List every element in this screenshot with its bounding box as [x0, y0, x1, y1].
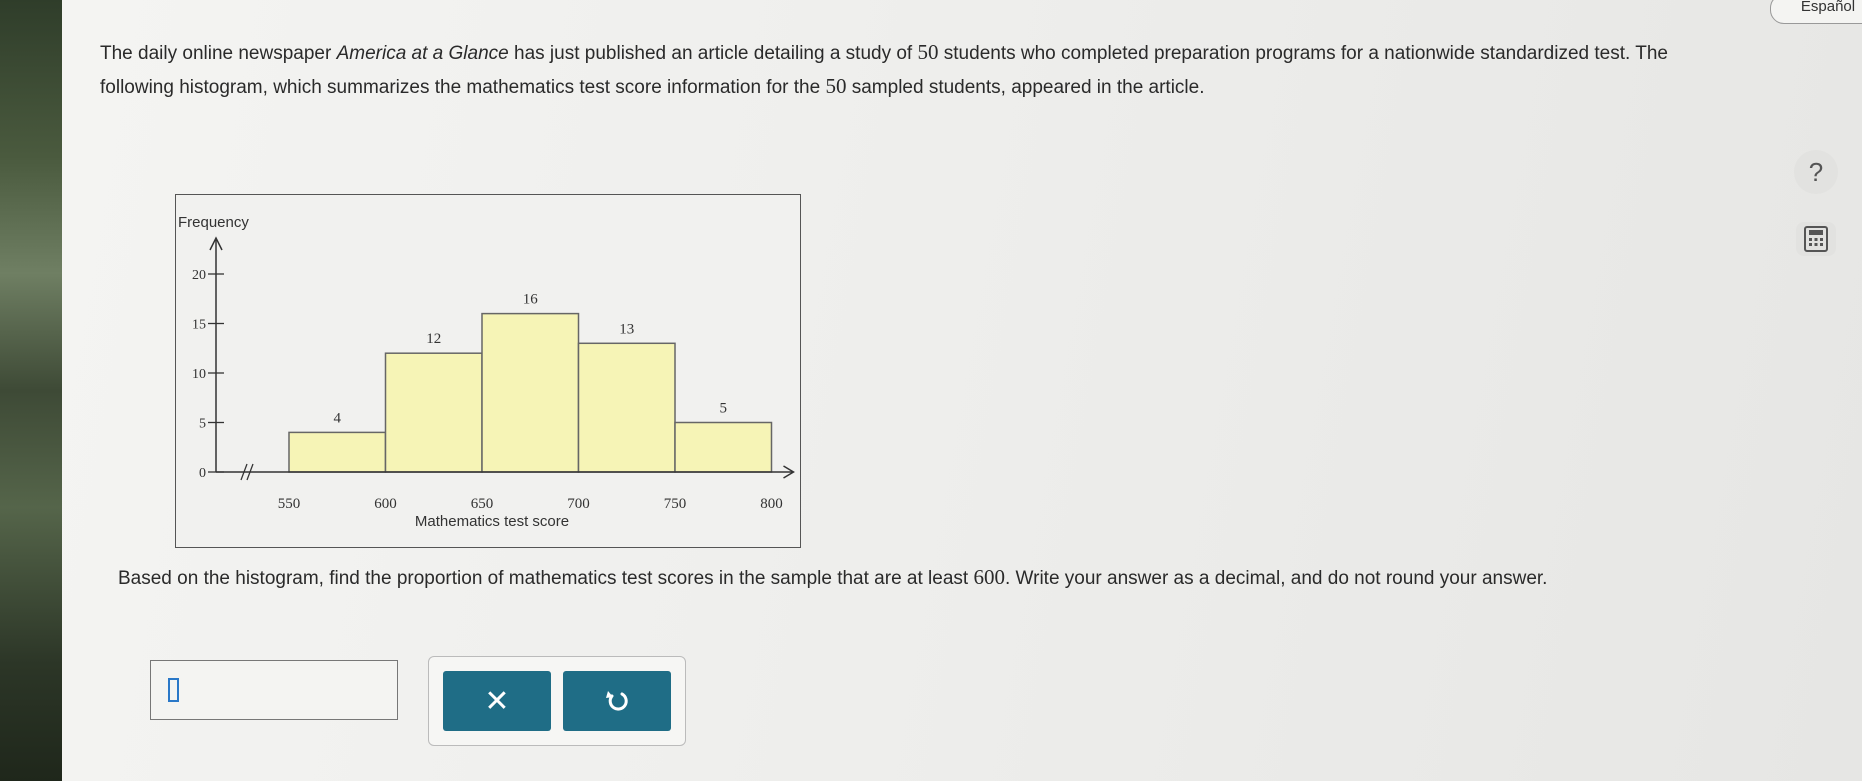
- histogram-bar: [481, 312, 580, 473]
- histogram-bar: [674, 421, 773, 473]
- bar-value-label: 16: [523, 292, 539, 308]
- background-strip: [0, 0, 62, 781]
- x-tick-label: 550: [278, 496, 301, 512]
- x-tick-label: 600: [374, 496, 397, 512]
- y-tick-label: 0: [199, 466, 206, 481]
- sample-size: 50: [825, 74, 847, 98]
- y-axis-label: Frequency: [178, 214, 249, 231]
- x-tick-label: 750: [664, 496, 687, 512]
- undo-button[interactable]: [563, 671, 671, 731]
- y-tick-label: 10: [192, 367, 206, 382]
- help-icon: ?: [1808, 157, 1824, 187]
- action-panel: ✕: [428, 656, 686, 746]
- histogram-chart: 4 12 16 13 5 0 5 10 15 20 550 600 650 700 750 800 Freque…: [175, 194, 801, 548]
- answer-field[interactable]: [150, 660, 398, 720]
- threshold-value: 600: [973, 565, 1005, 589]
- close-icon: ✕: [484, 684, 510, 718]
- histogram-bar: [384, 352, 483, 473]
- histogram-bar: [288, 431, 387, 473]
- histogram-svg: 4 12 16 13 5 0 5 10 15 20 550 600 650 700 750 800 Freque…: [178, 214, 795, 530]
- clear-button[interactable]: ✕: [443, 671, 551, 731]
- bar-value-label: 4: [334, 410, 342, 426]
- y-tick-label: 20: [192, 268, 206, 283]
- text-cursor: [168, 678, 179, 702]
- y-tick-label: 15: [192, 318, 206, 333]
- language-button[interactable]: Español: [1770, 0, 1862, 24]
- undo-icon: [606, 691, 628, 711]
- newspaper-name: America at a Glance: [336, 43, 509, 64]
- histogram-bar: [577, 342, 676, 473]
- x-tick-label: 700: [567, 496, 590, 512]
- bar-value-label: 12: [426, 331, 441, 347]
- problem-statement: The daily online newspaper America at a …: [100, 40, 1668, 98]
- bar-value-label: 13: [619, 321, 634, 337]
- x-tick-label: 800: [760, 496, 783, 512]
- x-tick-label: 650: [471, 496, 494, 512]
- sample-size: 50: [917, 40, 939, 64]
- y-tick-label: 5: [199, 417, 206, 432]
- calculator-icon: [1804, 226, 1828, 252]
- x-axis-label: Mathematics test score: [415, 513, 569, 530]
- calculator-button[interactable]: [1796, 222, 1836, 256]
- question-text: Based on the histogram, find the proport…: [118, 565, 1548, 589]
- bar-value-label: 5: [720, 401, 728, 417]
- help-button[interactable]: ?: [1794, 150, 1838, 194]
